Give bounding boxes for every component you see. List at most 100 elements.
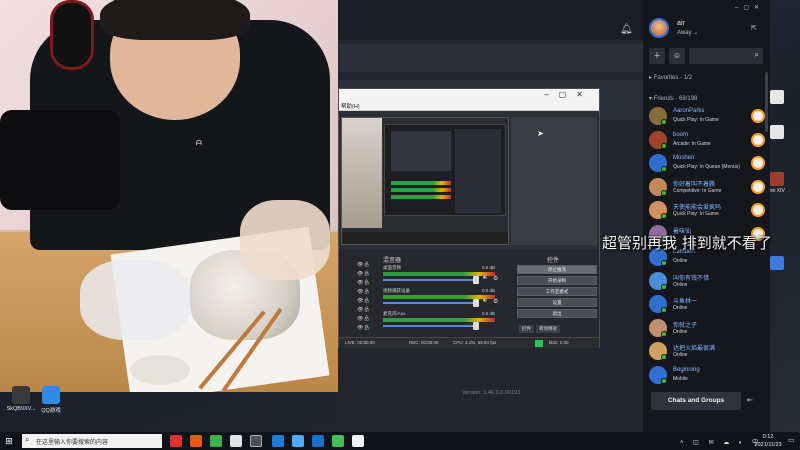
- fader-handle[interactable]: [473, 299, 479, 307]
- overwatch-game-icon: [751, 156, 765, 170]
- window-controls[interactable]: –▢✕: [544, 89, 593, 101]
- tab-transitions[interactable]: 转场特效: [536, 325, 560, 333]
- notification-icon[interactable]: ▭: [788, 436, 798, 446]
- friend-row[interactable]: 你就之子 Online: [647, 318, 767, 340]
- friend-row[interactable]: Beginning Mobile: [647, 365, 767, 387]
- desktop-app-icon[interactable]: [770, 256, 784, 270]
- clock-time: 0:12: [762, 434, 774, 440]
- friend-name: AaronParks: [673, 108, 705, 114]
- friend-row[interactable]: AaronParks Quick Play: In Game: [647, 106, 767, 128]
- volume-fader[interactable]: [383, 279, 479, 281]
- friend-requests-button[interactable]: ☺: [669, 48, 685, 64]
- menu-help[interactable]: 帮助(H): [341, 102, 360, 110]
- taskbar-chrome-icon[interactable]: [210, 435, 222, 447]
- friends-section[interactable]: ▾ Friends - 68/198: [649, 95, 697, 102]
- dock-tabs: 控件 转场特效: [519, 325, 562, 333]
- version-label: Version: 1.46.0.0.90193: [462, 390, 521, 396]
- search-icon: ⌕: [25, 435, 30, 444]
- search-icon: ⌕: [754, 50, 759, 59]
- mixer-db: 0.0 dB: [481, 311, 495, 316]
- webcam-overlay: ᗩ: [0, 0, 338, 392]
- mixer-row[interactable]: 桌面音频 0.0 dB 🔊︎ ⚙: [383, 265, 505, 287]
- user-status[interactable]: Away ⌄: [677, 29, 698, 36]
- mixer-label: 视频捕获设备: [383, 288, 410, 293]
- friend-row[interactable]: 天使能能会爱疯吗 Quick Play: In Game: [647, 200, 767, 222]
- online-status-icon: [661, 189, 667, 196]
- friend-status: Online: [673, 352, 688, 358]
- expand-icon[interactable]: ⇤: [747, 396, 753, 404]
- taskbar-app-icon[interactable]: [312, 435, 324, 447]
- fader-handle[interactable]: [473, 322, 479, 330]
- start-recording-button[interactable]: 开始录制: [517, 276, 597, 285]
- friend-status: Online: [673, 258, 688, 264]
- popout-icon[interactable]: ⇱: [751, 24, 757, 32]
- webcam-bowl: [130, 355, 190, 385]
- taskbar-app-icon[interactable]: [190, 435, 202, 447]
- obs-window[interactable]: –▢✕ 帮助(H) ➤ 👁︎🔒︎ 👁︎🔒︎ 👁︎🔒︎ 👁︎🔒︎ 👁︎🔒︎ 👁︎🔒︎ 👁︎🔒︎…: [338, 88, 600, 348]
- friends-search[interactable]: ⌕: [689, 48, 763, 64]
- windows-start-icon[interactable]: ⊞: [3, 435, 15, 447]
- current-user[interactable]: air Away ⌄: [647, 18, 767, 42]
- taskbar-clock[interactable]: 0:12 2021/11/23: [748, 433, 788, 449]
- window-controls[interactable]: –▢✕: [735, 4, 764, 11]
- bell-icon[interactable]: 🔔︎: [620, 24, 633, 35]
- clock-date: 2021/11/23: [754, 442, 782, 448]
- live-time: LIVE: 00:00:00: [345, 340, 375, 345]
- add-friend-button[interactable]: ＋: [649, 48, 665, 64]
- friend-row[interactable]: boom Arcade: In Game: [647, 130, 767, 152]
- friend-row[interactable]: 斗鱼林一 Online: [647, 294, 767, 316]
- taskbar-obs-icon[interactable]: [250, 435, 262, 447]
- desktop-shortcut-label: QQ游戏: [41, 408, 61, 414]
- speaker-icon[interactable]: 🔊︎: [483, 275, 487, 282]
- stop-streaming-button[interactable]: 停止推流: [517, 265, 597, 274]
- obs-preview[interactable]: [341, 117, 509, 245]
- search-placeholder: 在这里输入你要搜索的内容: [36, 440, 109, 446]
- nested-meters: [391, 181, 451, 207]
- friend-row[interactable]: 叫你有钱不惜 Online: [647, 271, 767, 293]
- tab-controls[interactable]: 控件: [519, 325, 534, 333]
- settings-button[interactable]: 设置: [517, 298, 597, 307]
- webcam-microphone: [0, 110, 120, 210]
- favorites-section[interactable]: ▸ Favorites - 1/2: [649, 74, 692, 81]
- taskbar-search[interactable]: ⌕ 在这里输入你要搜索的内容: [22, 434, 162, 448]
- overwatch-game-icon: [751, 109, 765, 123]
- mixer-row[interactable]: 视频捕获设备 0.0 dB 🔊︎ ⚙: [383, 288, 505, 310]
- taskbar-wechat-icon[interactable]: [332, 435, 344, 447]
- taskbar-app-icon[interactable]: [292, 435, 304, 447]
- desktop-screen: Stoin XIV 🔔︎ Version: 1.46.0.0.90193 –▢✕…: [0, 0, 800, 450]
- exit-button[interactable]: 退出: [517, 309, 597, 318]
- taskbar: ⊞ ⌕ 在这里输入你要搜索的内容 ˄ ◫ ✉ ☁ 🔈︎ 中 0:12 2021/…: [0, 432, 800, 450]
- gear-icon[interactable]: ⚙: [493, 275, 498, 282]
- volume-fader[interactable]: [383, 325, 479, 327]
- friend-row[interactable]: 达把火焰最很满 Online: [647, 341, 767, 363]
- taskbar-app-icon[interactable]: [230, 435, 242, 447]
- friend-status: Online: [673, 328, 688, 335]
- desktop-shortcut[interactable]: QQ游戏: [32, 386, 70, 414]
- desktop-game-icon[interactable]: [770, 172, 784, 186]
- friend-name: 叫你有钱不惜: [673, 275, 710, 282]
- taskbar-app-icon[interactable]: [272, 435, 284, 447]
- volume-fader[interactable]: [383, 302, 479, 304]
- fader-handle[interactable]: [473, 276, 479, 284]
- obs-titlebar[interactable]: –▢✕: [339, 89, 599, 101]
- speaker-icon[interactable]: 🔊︎: [483, 298, 487, 305]
- taskbar-app-icon[interactable]: [170, 435, 182, 447]
- gear-icon[interactable]: ⚙: [493, 298, 498, 305]
- chats-and-groups-button[interactable]: Chats and Groups: [651, 392, 741, 410]
- friend-status: Arcade: In Game: [673, 140, 711, 147]
- nested-panel: [455, 129, 501, 213]
- friend-row[interactable]: Moshen Quick Play: In Queue (Menus): [647, 153, 767, 175]
- friend-name: 你就之子: [673, 322, 698, 329]
- taskbar-file-icon[interactable]: [352, 435, 364, 447]
- preview-taskbar: [342, 232, 508, 244]
- desktop-file-icon[interactable]: [770, 125, 784, 139]
- studio-mode-button[interactable]: 工作室模式: [517, 287, 597, 296]
- mixer-row[interactable]: 麦克风/Aux 0.0 dB: [383, 311, 505, 333]
- webcam-hair: [100, 0, 250, 40]
- friend-row[interactable]: 你好着叫不着腾 Competitive: In Game: [647, 177, 767, 199]
- source-visibility-icons[interactable]: 👁︎🔒︎ 👁︎🔒︎ 👁︎🔒︎ 👁︎🔒︎ 👁︎🔒︎ 👁︎🔒︎ 👁︎🔒︎ 👁︎🔒︎: [357, 261, 373, 333]
- friend-name: 斗鱼林一: [673, 299, 698, 305]
- mouse-cursor-icon: ➤: [537, 129, 544, 138]
- desktop-file-icon[interactable]: [770, 90, 784, 104]
- mixer-label: 麦克风/Aux: [383, 311, 406, 316]
